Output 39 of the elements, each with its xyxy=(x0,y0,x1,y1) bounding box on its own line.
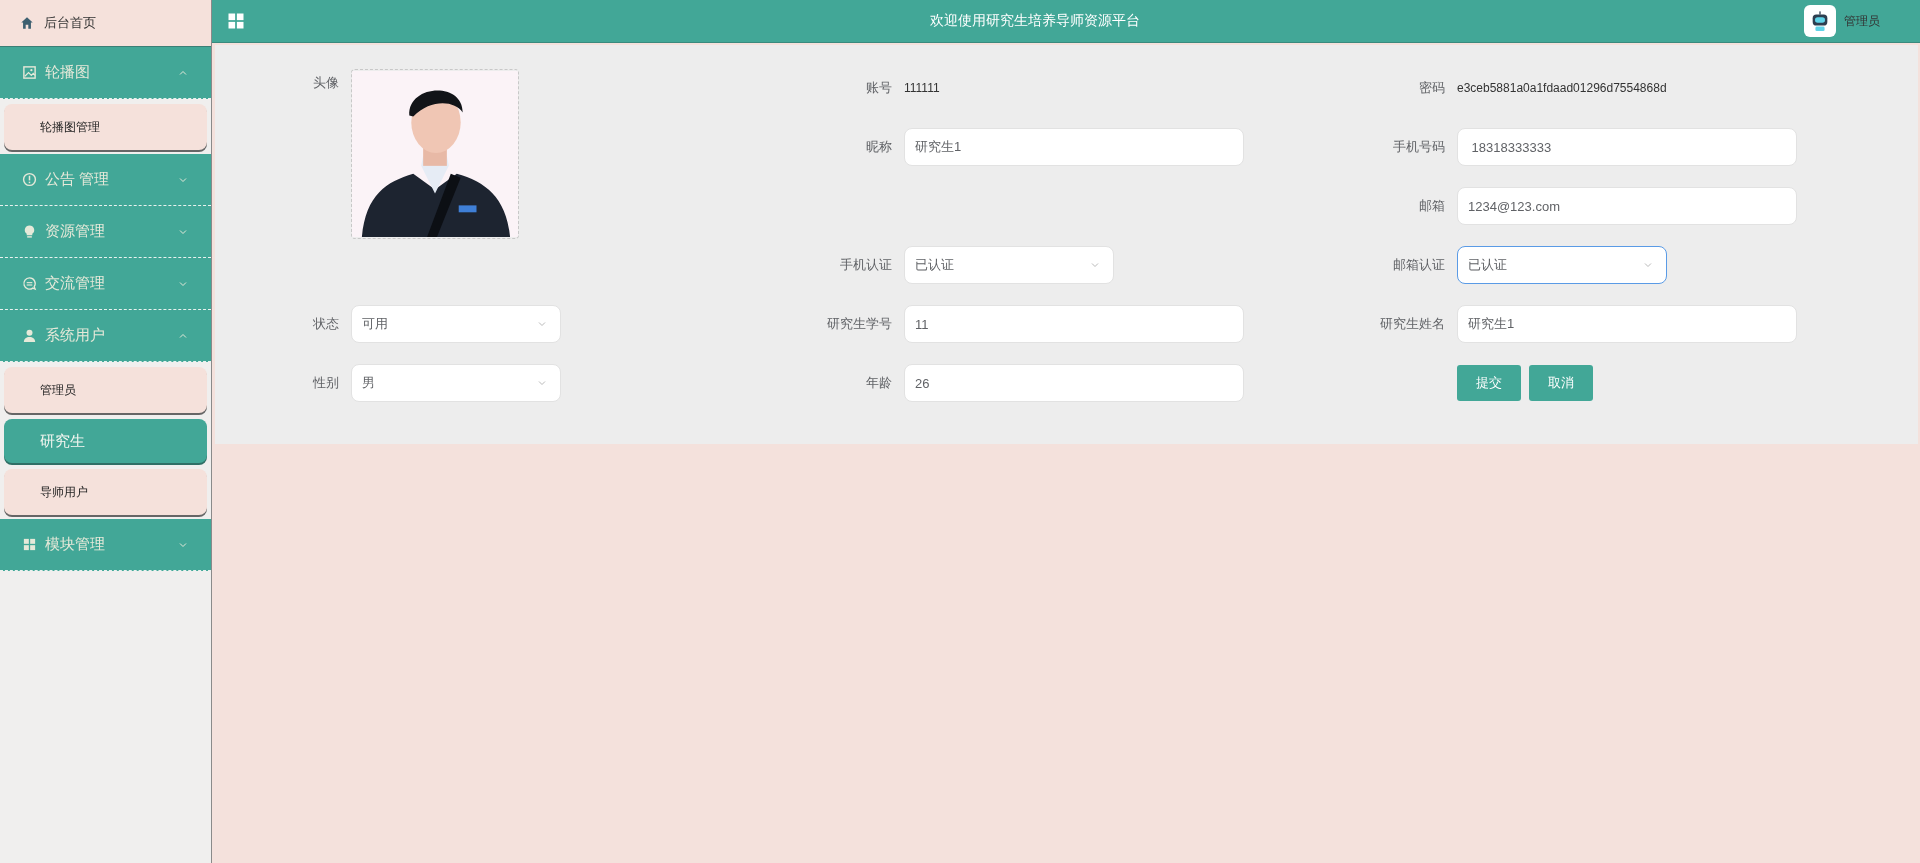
app-title: 欢迎使用研究生培养导师资源平台 xyxy=(929,12,1141,30)
field-label: 状态 xyxy=(312,315,340,333)
text-input[interactable]: 研究生1 xyxy=(904,128,1244,166)
text-input[interactable]: 11 xyxy=(904,305,1244,343)
field-label: 密码 xyxy=(1418,79,1446,97)
home-menu-item[interactable]: 后台首页 xyxy=(0,0,211,47)
chat-icon xyxy=(22,276,37,291)
field-label: 邮箱认证 xyxy=(1392,256,1446,274)
dropdown[interactable]: 男 xyxy=(351,364,561,402)
field-label: 邮箱 xyxy=(1418,197,1446,215)
field-value: e3ceb5881a0a1fdaad01296d7554868d xyxy=(1457,81,1667,95)
exclamation-icon xyxy=(22,172,37,187)
text-input[interactable]: 研究生1 xyxy=(1457,305,1797,343)
dropdown[interactable]: 已认证 xyxy=(1457,246,1667,284)
text-input[interactable]: 18318333333 xyxy=(1457,128,1797,166)
field-label: 研究生姓名 xyxy=(1379,315,1446,333)
submenu-item[interactable]: 轮播图管理 xyxy=(4,104,207,150)
user-name[interactable]: 管理员 xyxy=(1844,12,1880,30)
field-value: 111111 xyxy=(904,81,940,95)
home-icon xyxy=(20,16,34,30)
field-label: 手机号码 xyxy=(1392,138,1446,156)
menu-icon xyxy=(226,11,246,31)
image-icon xyxy=(22,65,37,80)
submenu-item[interactable]: 导师用户 xyxy=(4,469,207,515)
field-label: 年龄 xyxy=(865,374,893,392)
field-label: 手机认证 xyxy=(839,256,893,274)
field-label: 昵称 xyxy=(865,138,893,156)
field-label: 账号 xyxy=(865,79,893,97)
dropdown[interactable]: 可用 xyxy=(351,305,561,343)
user-icon xyxy=(22,328,37,343)
dropdown[interactable]: 已认证 xyxy=(904,246,1114,284)
text-input[interactable]: 1234@123.com xyxy=(1457,187,1797,225)
field-label: 研究生学号 xyxy=(826,315,893,333)
grid-icon xyxy=(22,537,37,552)
lightbulb-icon xyxy=(22,224,37,239)
field-label: 性别 xyxy=(312,374,340,392)
field-label: 头像 xyxy=(312,74,340,92)
text-input[interactable]: 26 xyxy=(904,364,1244,402)
submenu-item[interactable]: 管理员 xyxy=(4,367,207,413)
